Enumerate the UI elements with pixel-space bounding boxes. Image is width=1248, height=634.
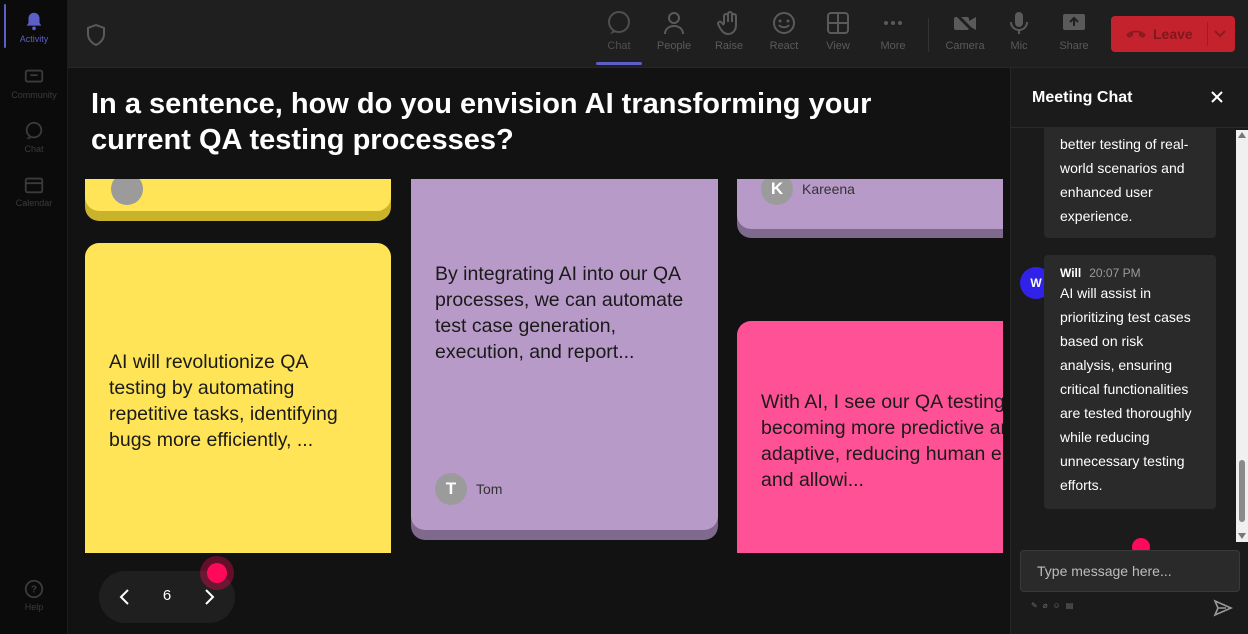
card-author: K Kareena bbox=[761, 179, 855, 205]
leave-divider bbox=[1207, 22, 1208, 46]
chevron-right-icon[interactable] bbox=[199, 587, 219, 607]
card[interactable]: With AI, I see our QA testing becoming m… bbox=[737, 321, 1003, 553]
toolbar-label: Raise bbox=[714, 40, 744, 52]
rail-label: Activity bbox=[19, 34, 49, 44]
microphone-icon bbox=[1010, 12, 1028, 34]
formatting-toolbar: ✎ ⌀ ☺ ▤ bbox=[1031, 601, 1073, 610]
meeting-chat-panel: Meeting Chat better testing of real-worl… bbox=[1010, 68, 1248, 634]
card-text: By integrating AI into our QA processes,… bbox=[435, 263, 684, 363]
toolbar-label: Chat bbox=[607, 40, 631, 52]
author-avatar bbox=[111, 179, 143, 205]
author-name: Tom bbox=[476, 481, 503, 497]
chat-header: Meeting Chat bbox=[1011, 68, 1248, 128]
chat-message-input[interactable] bbox=[1020, 550, 1240, 592]
active-tab-indicator bbox=[596, 62, 642, 65]
share-screen-icon bbox=[1063, 14, 1085, 30]
author-avatar: K bbox=[761, 179, 793, 205]
camera-off-icon bbox=[953, 11, 977, 35]
card[interactable]: By integrating AI into our QA processes,… bbox=[411, 179, 718, 530]
svg-text:?: ? bbox=[31, 585, 37, 596]
toolbar-label: More bbox=[880, 40, 906, 52]
rail-label: Calendar bbox=[15, 198, 53, 208]
chat-icon bbox=[608, 11, 630, 34]
toolbar-label: Mic bbox=[1010, 40, 1028, 52]
gif-icon[interactable]: ▤ bbox=[1066, 601, 1074, 610]
card[interactable]: AI will revolutionize QA testing by auto… bbox=[85, 243, 391, 553]
toolbar-label: View bbox=[826, 40, 850, 52]
calendar-icon bbox=[24, 177, 44, 194]
leave-label: Leave bbox=[1153, 26, 1193, 42]
scroll-down-arrow[interactable] bbox=[1238, 533, 1246, 539]
close-icon[interactable] bbox=[1209, 89, 1225, 105]
scrollbar-thumb[interactable] bbox=[1239, 460, 1245, 522]
toolbar-react-button[interactable]: React bbox=[759, 10, 809, 52]
author-avatar: T bbox=[435, 473, 467, 505]
send-icon[interactable] bbox=[1213, 598, 1233, 618]
sender-name: Will bbox=[1060, 266, 1082, 280]
rail-item-activity[interactable]: Activity bbox=[0, 10, 68, 44]
toolbar-more-button[interactable]: More bbox=[868, 10, 918, 52]
more-dots-icon bbox=[884, 21, 902, 25]
toolbar-label: React bbox=[769, 40, 799, 52]
toolbar-share-button[interactable]: Share bbox=[1049, 10, 1099, 52]
question-title: In a sentence, how do you envision AI tr… bbox=[91, 88, 872, 156]
chat-scrollbar[interactable] bbox=[1236, 130, 1248, 542]
rail-label: Help bbox=[24, 602, 44, 612]
rail-item-chat[interactable]: Chat bbox=[0, 120, 68, 154]
attach-icon[interactable]: ⌀ bbox=[1043, 601, 1048, 610]
toolbar-people-button[interactable]: People bbox=[649, 10, 699, 52]
chat-message: Will 20:07 PM AI will assist in prioritiz… bbox=[1044, 255, 1216, 509]
meeting-toolbar: Chat People Raise React View More Camera… bbox=[68, 0, 1248, 68]
leave-button[interactable]: Leave bbox=[1111, 16, 1235, 52]
bell-icon bbox=[26, 12, 42, 31]
pointer-indicator bbox=[207, 563, 227, 583]
rail-item-help[interactable]: ? Help bbox=[0, 578, 68, 612]
shield-icon[interactable] bbox=[86, 24, 106, 46]
rail-item-calendar[interactable]: Calendar bbox=[0, 174, 68, 208]
card-text: With AI, I see our QA testing becoming m… bbox=[761, 391, 1003, 491]
rail-label: Community bbox=[11, 90, 57, 100]
chat-bubble-icon bbox=[25, 121, 43, 140]
scroll-up-arrow[interactable] bbox=[1238, 132, 1246, 138]
stage: In a sentence, how do you envision AI tr… bbox=[68, 68, 1010, 634]
card[interactable] bbox=[85, 179, 391, 211]
rail-label: Chat bbox=[24, 144, 44, 154]
toolbar-raise-button[interactable]: Raise bbox=[704, 10, 754, 52]
chat-messages[interactable]: better testing of real-world scenarios a… bbox=[1011, 128, 1248, 543]
toolbar-divider bbox=[928, 18, 929, 52]
message-text: AI will assist in prioritizing test case… bbox=[1060, 285, 1192, 493]
toolbar-mic-button[interactable]: Mic bbox=[994, 10, 1044, 52]
toolbar-label: Share bbox=[1059, 40, 1089, 52]
message-meta: Will 20:07 PM bbox=[1060, 265, 1200, 281]
toolbar-chat-button[interactable]: Chat bbox=[594, 10, 644, 52]
raise-hand-icon bbox=[717, 11, 737, 36]
hang-up-icon bbox=[1126, 30, 1146, 38]
chevron-left-icon[interactable] bbox=[115, 587, 135, 607]
chat-message: better testing of real-world scenarios a… bbox=[1044, 128, 1216, 238]
format-icon[interactable]: ✎ bbox=[1031, 601, 1038, 610]
left-rail: Activity Community Chat Calendar ? Help bbox=[0, 0, 68, 634]
rail-item-community[interactable]: Community bbox=[0, 66, 68, 100]
people-icon bbox=[664, 12, 684, 35]
author-name: Kareena bbox=[802, 181, 855, 197]
card[interactable]: K Kareena bbox=[737, 179, 1003, 229]
card-author: T Tom bbox=[435, 473, 502, 505]
cards-board: AI will revolutionize QA testing by auto… bbox=[68, 179, 1003, 553]
toolbar-label: Camera bbox=[945, 40, 985, 52]
grid-view-icon bbox=[827, 12, 849, 34]
emoji-icon[interactable]: ☺ bbox=[1053, 601, 1061, 610]
chevron-down-icon[interactable] bbox=[1213, 28, 1227, 40]
page-number: 6 bbox=[162, 587, 172, 604]
toolbar-view-button[interactable]: View bbox=[813, 10, 863, 52]
smiley-icon bbox=[773, 12, 795, 34]
toolbar-label: People bbox=[656, 40, 692, 52]
message-text: better testing of real-world scenarios a… bbox=[1060, 136, 1189, 224]
message-time: 20:07 PM bbox=[1089, 266, 1141, 280]
chat-title: Meeting Chat bbox=[1032, 89, 1133, 106]
community-icon bbox=[24, 69, 44, 83]
toolbar-camera-button[interactable]: Camera bbox=[940, 10, 990, 52]
help-icon: ? bbox=[24, 579, 44, 599]
card-text: AI will revolutionize QA testing by auto… bbox=[109, 351, 338, 451]
